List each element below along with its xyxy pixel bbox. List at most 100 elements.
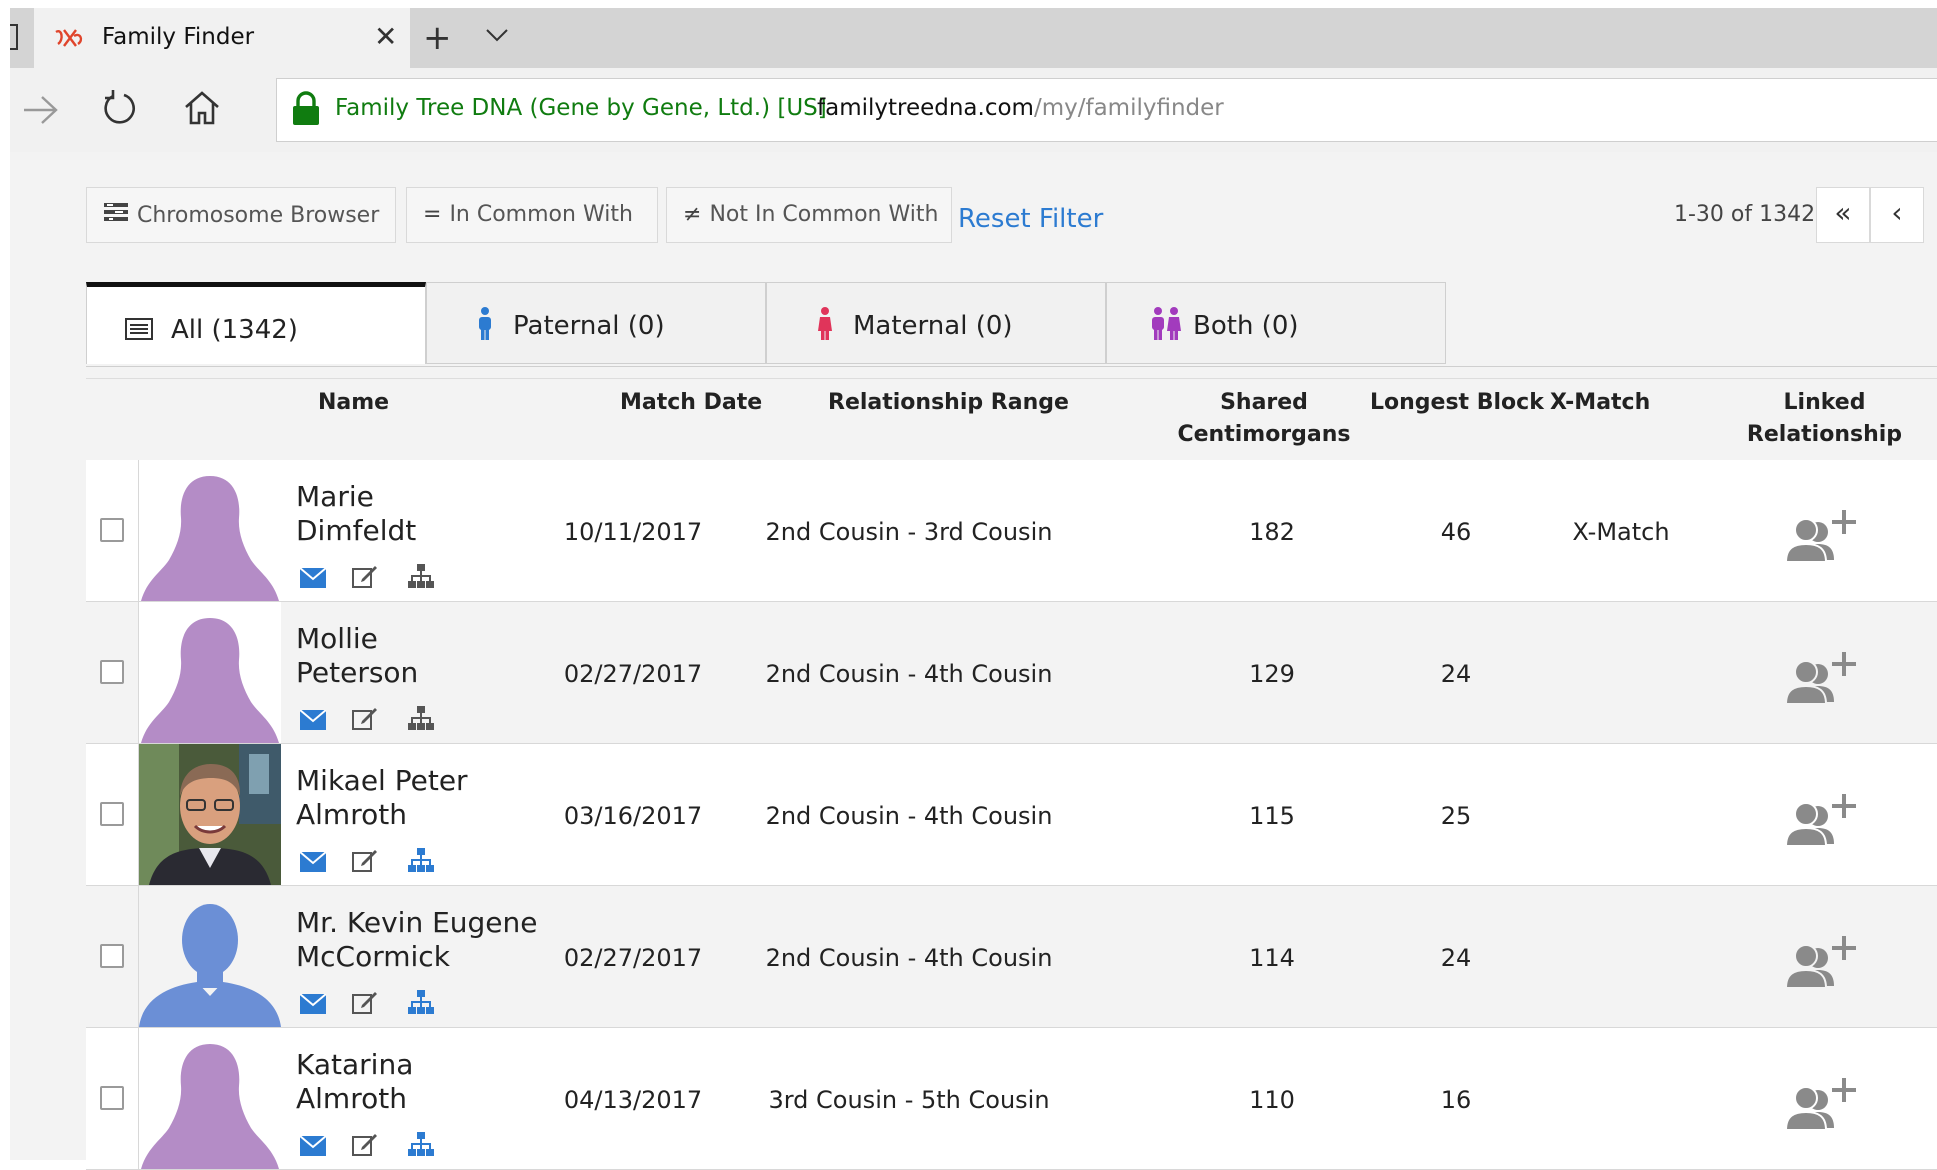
relationship-range: 2nd Cousin - 4th Cousin	[765, 802, 1053, 830]
female-avatar-icon	[141, 476, 279, 601]
match-date: 03/16/2017	[563, 802, 703, 830]
tab-all-label: All (1342)	[171, 315, 298, 345]
match-date: 02/27/2017	[563, 944, 703, 972]
tab-both-label: Both (0)	[1193, 311, 1299, 341]
edit-note-icon[interactable]	[352, 848, 378, 876]
longest-block: 24	[1440, 660, 1472, 688]
tab-all[interactable]: All (1342)	[86, 282, 426, 364]
row-checkbox-cell	[86, 460, 139, 601]
previous-tab-edge[interactable]	[10, 24, 18, 50]
profile-photo	[139, 744, 281, 885]
not-in-common-with-label: Not In Common With	[709, 202, 939, 227]
address-bar[interactable]: Family Tree DNA (Gene by Gene, Ltd.) [US…	[276, 78, 1937, 142]
add-linked-relationship-icon[interactable]	[1780, 934, 1856, 996]
match-first-name: Mikael Peter	[296, 764, 468, 797]
family-tree-icon[interactable]	[408, 1132, 434, 1160]
chevron-down-icon[interactable]	[484, 22, 510, 52]
avatar[interactable]	[139, 460, 281, 601]
chromosome-browser-icon	[103, 202, 129, 228]
new-tab-icon[interactable]: +	[423, 18, 452, 58]
not-in-common-with-button[interactable]: ≠ Not In Common With	[666, 187, 952, 243]
match-last-name: McCormick	[296, 940, 450, 973]
reset-filter-link[interactable]: Reset Filter	[958, 204, 1103, 234]
match-last-name: Dimfeldt	[296, 514, 417, 547]
certificate-label[interactable]: Family Tree DNA (Gene by Gene, Ltd.) [US…	[335, 95, 827, 121]
first-page-button[interactable]: «	[1816, 187, 1870, 243]
table-row: Mr. Kevin Eugene McCormick 02/27/2017 2nd…	[86, 886, 1937, 1028]
match-name[interactable]: Marie Dimfeldt	[296, 480, 556, 548]
column-shared-cm-line1: Shared	[1220, 390, 1308, 415]
longest-block: 25	[1440, 802, 1472, 830]
both-parents-icon	[1151, 307, 1181, 348]
match-name[interactable]: Mollie Peterson	[296, 622, 556, 690]
tab-maternal[interactable]: Maternal (0)	[766, 282, 1106, 364]
column-relationship-range[interactable]: Relationship Range	[828, 387, 1069, 419]
row-checkbox-cell	[86, 1028, 139, 1169]
edit-note-icon[interactable]	[352, 564, 378, 592]
avatar[interactable]	[139, 602, 281, 743]
family-tree-icon[interactable]	[408, 564, 434, 592]
email-icon[interactable]	[299, 709, 327, 734]
edit-note-icon[interactable]	[352, 990, 378, 1018]
avatar[interactable]	[139, 1028, 281, 1169]
column-match-date[interactable]: Match Date	[620, 387, 762, 419]
chromosome-browser-button[interactable]: Chromosome Browser	[86, 187, 396, 243]
add-linked-relationship-icon[interactable]	[1780, 1076, 1856, 1138]
shared-cm: 110	[1249, 1086, 1295, 1114]
previous-page-button[interactable]: ‹	[1870, 187, 1924, 243]
avatar[interactable]	[139, 744, 281, 885]
row-checkbox-cell	[86, 602, 139, 743]
table-row: Katarina Almroth 04/13/2017 3rd Cousin - …	[86, 1028, 1937, 1170]
match-first-name: Mr. Kevin Eugene	[296, 906, 538, 939]
column-name[interactable]: Name	[318, 387, 389, 419]
row-checkbox[interactable]	[100, 802, 124, 826]
add-linked-relationship-icon[interactable]	[1780, 650, 1856, 712]
email-icon[interactable]	[299, 1135, 327, 1160]
url-text: familytreedna.com/my/familyfinder	[817, 95, 1224, 121]
chromosome-browser-label: Chromosome Browser	[137, 203, 380, 228]
edit-note-icon[interactable]	[352, 706, 378, 734]
tab-close-icon[interactable]: ✕	[374, 20, 397, 53]
column-x-match[interactable]: X-Match	[1550, 387, 1650, 419]
match-name[interactable]: Mikael Peter Almroth	[296, 764, 556, 832]
row-checkbox[interactable]	[100, 944, 124, 968]
x-match: X-Match	[1572, 518, 1670, 546]
home-icon[interactable]	[182, 88, 222, 132]
tab-both[interactable]: Both (0)	[1106, 282, 1446, 364]
tab-paternal-label: Paternal (0)	[513, 311, 665, 341]
relationship-range: 2nd Cousin - 3rd Cousin	[765, 518, 1053, 546]
match-date: 02/27/2017	[563, 660, 703, 688]
match-name[interactable]: Katarina Almroth	[296, 1048, 556, 1116]
email-icon[interactable]	[299, 567, 327, 592]
tab-maternal-label: Maternal (0)	[853, 311, 1013, 341]
row-checkbox[interactable]	[100, 1086, 124, 1110]
family-tree-icon[interactable]	[408, 990, 434, 1018]
column-linked-relationship[interactable]: Linked Relationship	[1712, 387, 1937, 451]
column-longest-block[interactable]: Longest Block	[1370, 387, 1544, 419]
pager-range: 1-30 of 1342	[1674, 202, 1816, 227]
list-icon	[125, 317, 153, 347]
longest-block: 46	[1440, 518, 1472, 546]
add-linked-relationship-icon[interactable]	[1780, 792, 1856, 854]
add-linked-relationship-icon[interactable]	[1780, 508, 1856, 570]
edit-note-icon[interactable]	[352, 1132, 378, 1160]
relationship-range: 2nd Cousin - 4th Cousin	[765, 660, 1053, 688]
table-row: Mikael Peter Almroth 03/16/2017 2nd Cousi…	[86, 744, 1937, 886]
row-checkbox-cell	[86, 744, 139, 885]
email-icon[interactable]	[299, 993, 327, 1018]
avatar[interactable]	[139, 886, 281, 1027]
family-tree-icon[interactable]	[408, 706, 434, 734]
row-checkbox[interactable]	[100, 660, 124, 684]
tab-paternal[interactable]: Paternal (0)	[426, 282, 766, 364]
browser-tab[interactable]: Family Finder ✕	[34, 8, 410, 68]
back-arrow-icon[interactable]	[20, 92, 60, 132]
column-shared-cm[interactable]: Shared Centimorgans	[1172, 387, 1356, 451]
match-name[interactable]: Mr. Kevin Eugene McCormick	[296, 906, 556, 974]
in-common-with-button[interactable]: = In Common With	[406, 187, 658, 243]
email-icon[interactable]	[299, 851, 327, 876]
refresh-icon[interactable]	[100, 88, 140, 132]
column-shared-cm-line2: Centimorgans	[1177, 422, 1351, 447]
family-tree-icon[interactable]	[408, 848, 434, 876]
match-last-name: Almroth	[296, 798, 407, 831]
row-checkbox[interactable]	[100, 518, 124, 542]
